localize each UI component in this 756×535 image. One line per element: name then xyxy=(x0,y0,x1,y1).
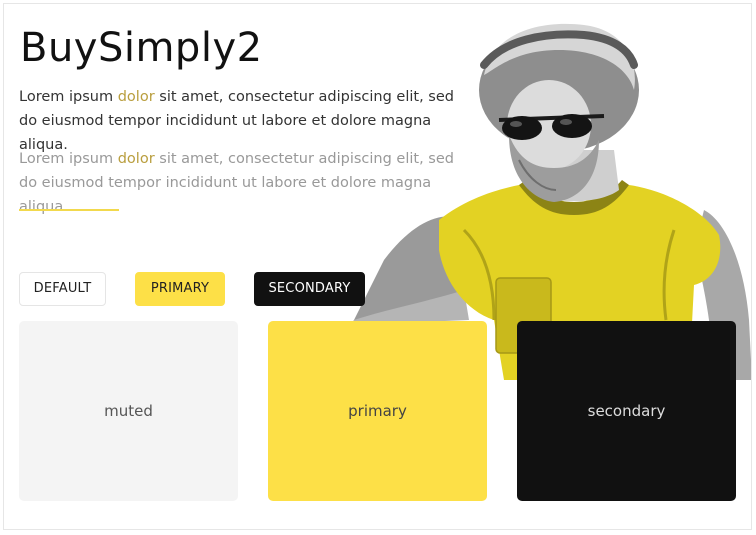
secondary-button[interactable]: SECONDARY xyxy=(254,272,365,306)
card: BuySimply2 Lorem ipsum dolor sit amet, c… xyxy=(3,3,752,530)
primary-tile: primary xyxy=(268,321,487,501)
muted-tile: muted xyxy=(19,321,238,501)
intro-link[interactable]: dolor xyxy=(118,89,155,105)
secondary-tile: secondary xyxy=(517,321,736,501)
default-button[interactable]: DEFAULT xyxy=(19,272,106,306)
accent-divider xyxy=(19,209,119,211)
primary-tile-label: primary xyxy=(348,402,407,420)
muted-text-start: Lorem ipsum xyxy=(19,151,118,167)
page-title: BuySimply2 xyxy=(20,25,263,71)
primary-button[interactable]: PRIMARY xyxy=(135,272,225,306)
muted-link[interactable]: dolor xyxy=(118,151,155,167)
secondary-tile-label: secondary xyxy=(587,402,666,420)
muted-tile-label: muted xyxy=(104,402,153,420)
intro-text-start: Lorem ipsum xyxy=(19,89,118,105)
